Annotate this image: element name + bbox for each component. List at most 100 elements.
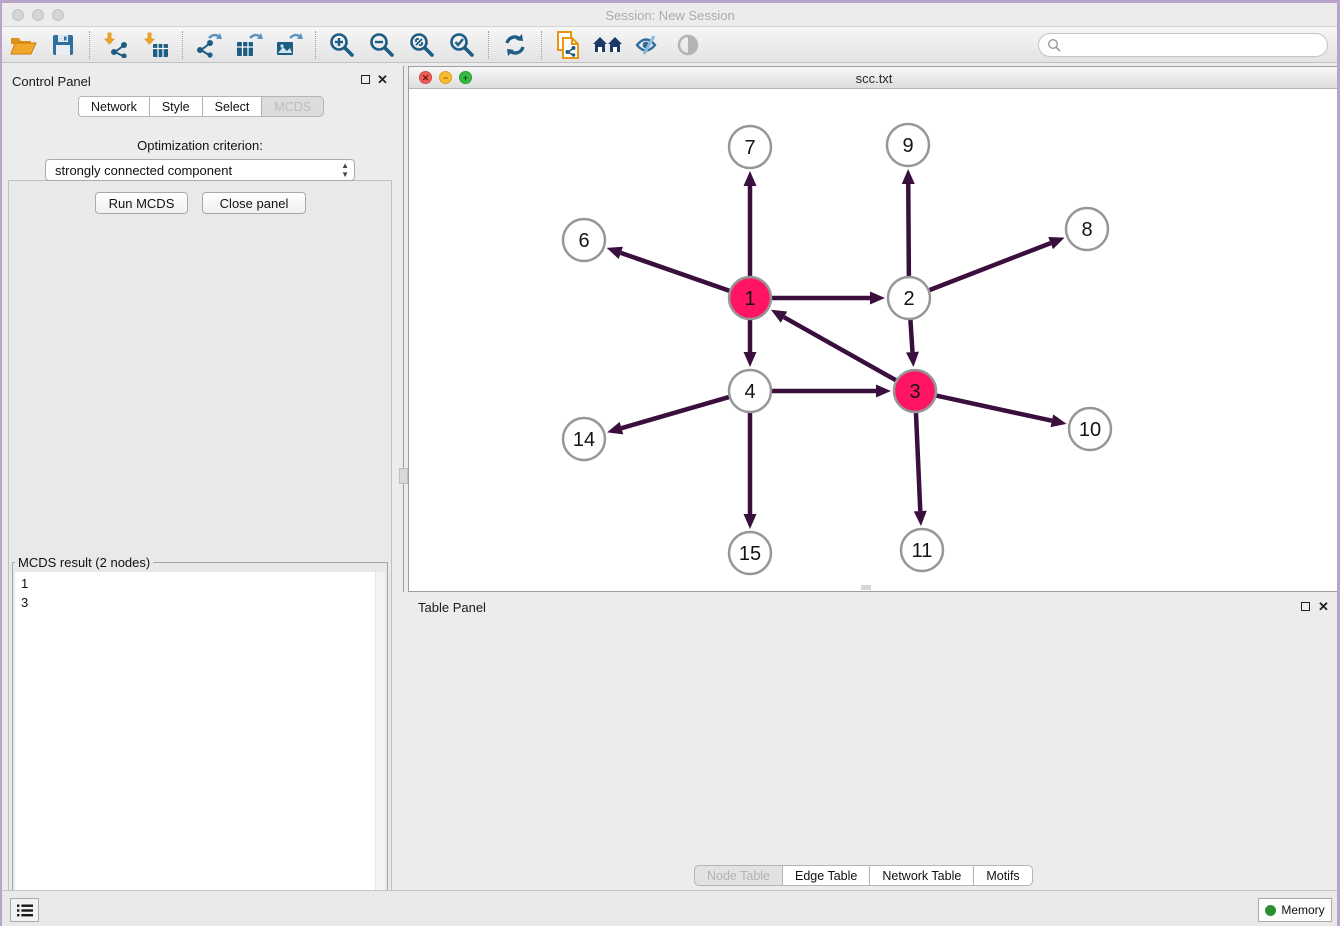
export-network-icon	[195, 32, 223, 58]
table-panel-title: Table Panel	[418, 599, 486, 617]
import-table-icon	[143, 32, 169, 58]
edge-2-3[interactable]	[910, 315, 912, 352]
splitter-handle[interactable]	[399, 468, 408, 484]
toolbar-separator	[89, 31, 90, 59]
node-label-11: 11	[912, 540, 933, 562]
node-label-6: 6	[578, 230, 589, 252]
zoom-out-icon	[369, 32, 395, 58]
export-image-button[interactable]	[272, 30, 306, 60]
close-panel-icon[interactable]: ✕	[377, 75, 388, 84]
zoom-in-button[interactable]	[325, 30, 359, 60]
zoom-selected-icon	[449, 32, 475, 58]
tab-style[interactable]: Style	[150, 96, 203, 117]
control-panel-tabs: NetworkStyleSelectMCDS	[78, 96, 324, 117]
import-table-button[interactable]	[139, 30, 173, 60]
control-panel-title: Control Panel	[12, 73, 91, 91]
optimization-dropdown[interactable]: strongly connected component ▲▼	[45, 159, 355, 181]
zoom-fit-button[interactable]	[405, 30, 439, 60]
edge-3-1[interactable]	[784, 317, 900, 383]
search-field[interactable]	[1038, 33, 1328, 57]
edge-arrowhead	[914, 511, 927, 526]
edge-1-6[interactable]	[621, 253, 734, 293]
edge-2-8[interactable]	[925, 243, 1051, 292]
toolbar-separator	[315, 31, 316, 59]
edge-2-9[interactable]	[908, 184, 909, 281]
edge-arrowhead	[607, 247, 623, 259]
search-input[interactable]	[1066, 38, 1327, 53]
save-session-button[interactable]	[46, 30, 80, 60]
edge-arrowhead	[902, 169, 915, 184]
search-icon	[1047, 38, 1061, 52]
network-hscrollbar-thumb[interactable]	[861, 585, 871, 590]
eye-disabled-icon	[675, 34, 701, 56]
duplicate-network-button[interactable]	[551, 30, 585, 60]
network-window: ✕ − + scc.txt 7968124310141511	[408, 66, 1340, 592]
edge-4-14[interactable]	[621, 396, 733, 428]
zoom-out-button[interactable]	[365, 30, 399, 60]
float-panel-icon[interactable]	[361, 75, 370, 84]
edge-arrowhead	[870, 292, 885, 305]
hide-selected-button[interactable]	[631, 30, 665, 60]
task-history-button[interactable]	[10, 898, 39, 922]
show-all-button[interactable]	[671, 30, 705, 60]
network-canvas[interactable]: 7968124310141511	[409, 89, 1339, 591]
toolbar-separator	[488, 31, 489, 59]
screen-edge-top	[0, 0, 1340, 3]
tab-motifs[interactable]: Motifs	[974, 865, 1032, 886]
edge-arrowhead	[1051, 414, 1067, 427]
node-label-15: 15	[739, 543, 761, 565]
result-scrollbar[interactable]	[375, 572, 385, 926]
table-tabs: Node TableEdge TableNetwork TableMotifs	[694, 865, 1033, 886]
memory-status-icon	[1265, 905, 1276, 916]
table-float-icon[interactable]	[1301, 602, 1310, 611]
tab-network[interactable]: Network	[78, 96, 150, 117]
eye-slash-icon	[634, 34, 662, 56]
list-icon	[17, 904, 33, 917]
export-table-button[interactable]	[232, 30, 266, 60]
close-panel-button[interactable]: Close panel	[202, 192, 306, 214]
window-titlebar: Session: New Session	[0, 3, 1340, 27]
tab-mcds[interactable]: MCDS	[262, 96, 324, 117]
tab-network-table[interactable]: Network Table	[870, 865, 974, 886]
edge-3-10[interactable]	[932, 395, 1052, 421]
open-file-button[interactable]	[6, 30, 40, 60]
run-mcds-label: Run MCDS	[109, 196, 175, 211]
table-panel-title-text: Table Panel	[418, 600, 486, 615]
edge-arrowhead	[1048, 237, 1064, 249]
duplicate-network-icon	[555, 31, 581, 59]
memory-label: Memory	[1281, 903, 1324, 917]
table-close-icon[interactable]: ✕	[1318, 602, 1329, 611]
import-network-icon	[103, 32, 129, 58]
node-label-3: 3	[909, 381, 920, 403]
control-panel-title-text: Control Panel	[12, 74, 91, 89]
apply-layout-button[interactable]	[498, 30, 532, 60]
refresh-icon	[503, 33, 527, 57]
dropdown-stepper-icon: ▲▼	[341, 161, 349, 179]
tab-edge-table[interactable]: Edge Table	[783, 865, 870, 886]
zoom-selected-button[interactable]	[445, 30, 479, 60]
edge-3-11[interactable]	[916, 408, 921, 511]
houses-icon	[592, 34, 624, 56]
run-mcds-button[interactable]: Run MCDS	[95, 192, 188, 214]
node-label-9: 9	[902, 135, 913, 157]
status-bar: Memory	[0, 890, 1340, 926]
memory-button[interactable]: Memory	[1258, 898, 1332, 922]
mcds-result-list[interactable]: 1 3	[15, 572, 375, 926]
import-network-button[interactable]	[99, 30, 133, 60]
main-toolbar	[0, 27, 1340, 63]
tab-select[interactable]: Select	[203, 96, 263, 117]
node-label-1: 1	[744, 288, 755, 310]
export-network-button[interactable]	[192, 30, 226, 60]
export-image-icon	[275, 32, 303, 58]
edge-arrowhead	[744, 171, 757, 186]
tab-node-table[interactable]: Node Table	[694, 865, 783, 886]
open-folder-icon	[9, 34, 37, 56]
network-window-titlebar[interactable]: ✕ − + scc.txt	[409, 67, 1339, 89]
table-panel: Table Panel ✕ f(	[408, 595, 1340, 890]
home-view-button[interactable]	[591, 30, 625, 60]
edge-arrowhead	[906, 352, 919, 367]
window-title: Session: New Session	[0, 8, 1340, 23]
vertical-splitter[interactable]	[403, 66, 404, 592]
mcds-result-title: MCDS result (2 nodes)	[15, 555, 153, 570]
edge-arrowhead	[744, 352, 757, 367]
